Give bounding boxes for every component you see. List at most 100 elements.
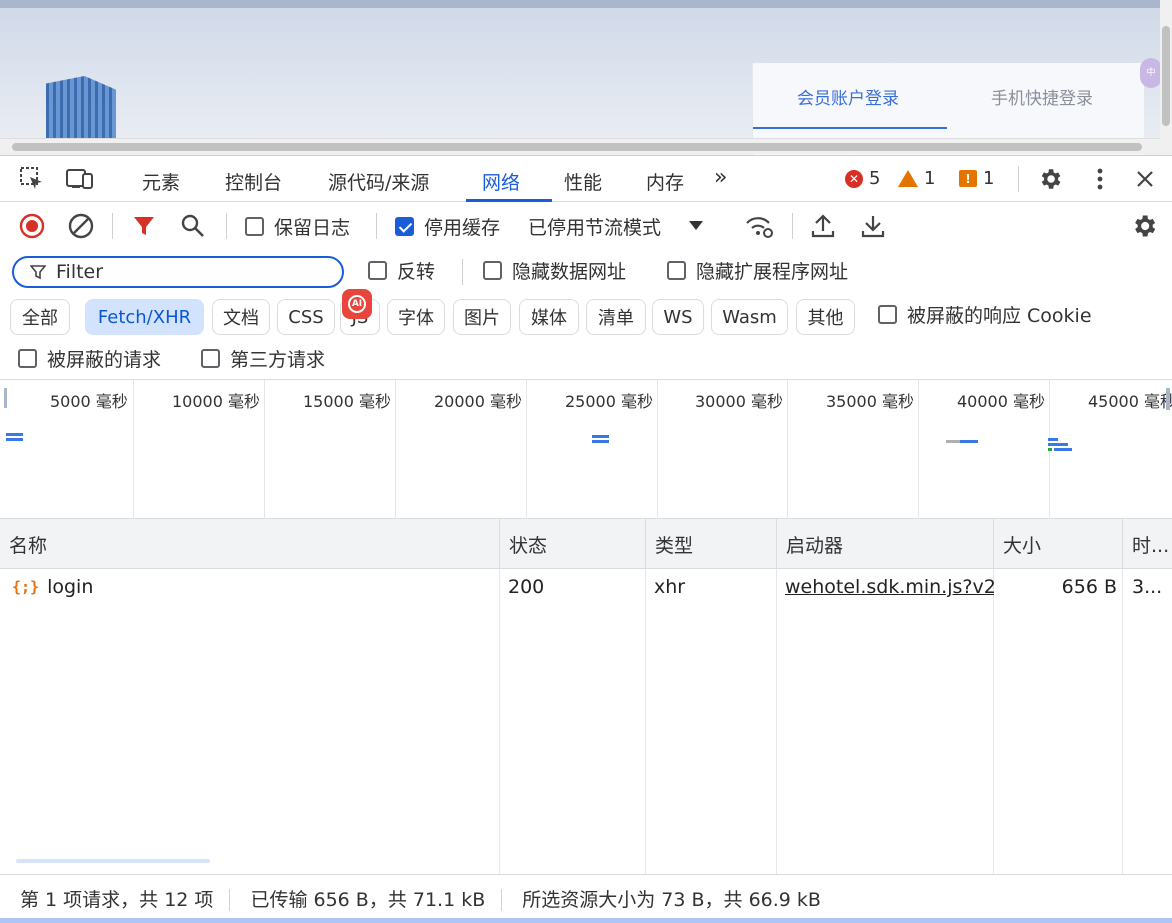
filter-row: Filter 反转 隐藏数据网址 隐藏扩展程序网址 [0,249,1172,294]
column-header-type[interactable]: 类型 [646,519,777,569]
type-filter-manifest[interactable]: 清单 [586,299,646,335]
disable-cache-checkbox[interactable]: 停用缓存 [395,212,500,240]
close-icon[interactable] [1131,166,1159,192]
hide-extension-urls-checkbox[interactable]: 隐藏扩展程序网址 [667,256,848,284]
blocked-requests-label: 被屏蔽的请求 [47,348,162,371]
divider [112,213,113,239]
issues-counter[interactable]: ! 1 [959,168,994,189]
request-bar [960,440,978,443]
checkbox[interactable] [18,348,37,368]
export-har-icon[interactable] [860,212,886,240]
column-header-time[interactable]: 时... [1123,519,1172,569]
checkbox[interactable] [368,260,387,280]
type-filter-fetch-xhr[interactable]: Fetch/XHR [85,299,204,335]
type-filter-ws[interactable]: WS [652,299,704,335]
login-tab-underline [753,127,947,129]
resources-size: 所选资源大小为 73 B，共 66.9 kB [522,888,821,911]
more-tabs-icon[interactable]: » [714,165,727,190]
side-badge[interactable]: 中 [1140,58,1162,88]
tab-console[interactable]: 控制台 [225,168,282,195]
request-bar [6,438,23,441]
column-header-status[interactable]: 状态 [500,519,646,569]
request-name-cell[interactable]: {;} login [12,569,492,605]
device-toolbar-icon[interactable] [66,166,94,192]
filter-placeholder: Filter [56,261,104,283]
timeline-column: 30000 毫秒 [658,380,788,520]
type-filter-css[interactable]: CSS [277,299,335,335]
checkbox[interactable] [878,304,897,324]
clear-icon[interactable] [67,212,95,240]
chevron-down-icon [689,221,704,230]
page-vertical-scrollbar[interactable] [1160,0,1172,155]
type-filter-other[interactable]: 其他 [796,299,855,335]
xhr-icon: {;} [12,578,40,596]
divider [376,213,377,239]
page-horizontal-scrollbar[interactable] [0,138,1160,154]
invert-checkbox[interactable]: 反转 [368,256,435,284]
import-har-icon[interactable] [810,212,836,240]
scroll-thumb[interactable] [12,143,1142,151]
third-party-label: 第三方请求 [230,348,326,371]
checkbox[interactable] [245,216,264,236]
inspect-element-icon[interactable] [18,166,46,192]
tab-performance[interactable]: 性能 [564,168,602,195]
scroll-thumb[interactable] [1162,26,1170,126]
network-conditions-icon[interactable] [744,212,774,240]
bottom-strip [0,918,1172,923]
type-filter-all[interactable]: 全部 [10,299,70,335]
request-bar [592,435,609,438]
filter-input[interactable]: Filter [12,256,344,288]
error-counter[interactable]: ✕ 5 [845,168,880,189]
blocked-cookies-checkbox[interactable]: 被屏蔽的响应 Cookie [878,300,1092,328]
throttling-select[interactable]: 已停用节流模式 [528,212,704,240]
network-overview-timeline[interactable]: 5000 毫秒 10000 毫秒 15000 毫秒 20000 毫秒 25000… [0,379,1172,520]
error-icon: ✕ [845,169,863,188]
table-row[interactable]: {;} login 200 xhr wehotel.sdk.min.js?v2 … [0,569,1172,605]
tab-elements[interactable]: 元素 [142,168,180,195]
record-icon[interactable] [18,212,46,240]
timeline-label: 25000 毫秒 [565,392,653,411]
checkbox-checked[interactable] [395,216,414,236]
request-name: login [47,576,94,598]
request-initiator-link[interactable]: wehotel.sdk.min.js?v2 [785,569,994,605]
preserve-log-checkbox[interactable]: 保留日志 [245,212,350,240]
type-filter-img[interactable]: 图片 [453,299,511,335]
type-filter-wasm[interactable]: Wasm [711,299,788,335]
blocked-cookies-label: 被屏蔽的响应 Cookie [907,304,1092,327]
column-header-name[interactable]: 名称 [0,519,500,569]
ai-assistant-icon[interactable]: AI [342,289,372,319]
timeline-column: 35000 毫秒 [788,380,919,520]
divider [462,259,463,285]
checkbox[interactable] [667,260,686,280]
column-header-initiator[interactable]: 启动器 [777,519,994,569]
search-icon[interactable] [180,212,206,240]
warning-counter[interactable]: 1 [898,168,935,189]
request-bar [6,433,23,436]
column-header-size[interactable]: 大小 [994,519,1123,569]
type-filter-doc[interactable]: 文档 [212,299,270,335]
table-horizontal-scrollbar[interactable] [16,859,210,863]
overview-right-handle[interactable] [1166,388,1170,410]
blocked-requests-checkbox[interactable]: 被屏蔽的请求 [18,344,161,372]
settings-gear-icon[interactable] [1036,166,1064,192]
divider [792,213,793,239]
type-filter-media[interactable]: 媒体 [519,299,579,335]
tab-memory[interactable]: 内存 [646,168,684,195]
third-party-checkbox[interactable]: 第三方请求 [201,344,325,372]
timeline-label: 45000 毫秒 [1088,392,1172,411]
request-type: xhr [654,576,686,598]
login-tab-member[interactable]: 会员账户登录 [797,84,899,109]
tab-sources[interactable]: 源代码/来源 [328,168,429,195]
network-settings-gear-icon[interactable] [1130,212,1158,240]
tab-network[interactable]: 网络 [482,168,520,195]
filter-funnel-icon[interactable] [132,212,156,240]
hide-data-urls-label: 隐藏数据网址 [512,260,627,283]
checkbox[interactable] [483,260,502,280]
more-options-icon[interactable] [1086,166,1114,192]
checkbox[interactable] [201,348,220,368]
timeline-column: 20000 毫秒 [396,380,527,520]
login-tab-phone[interactable]: 手机快捷登录 [991,84,1093,109]
timeline-label: 10000 毫秒 [172,392,260,411]
type-filter-font[interactable]: 字体 [387,299,445,335]
hide-data-urls-checkbox[interactable]: 隐藏数据网址 [483,256,626,284]
